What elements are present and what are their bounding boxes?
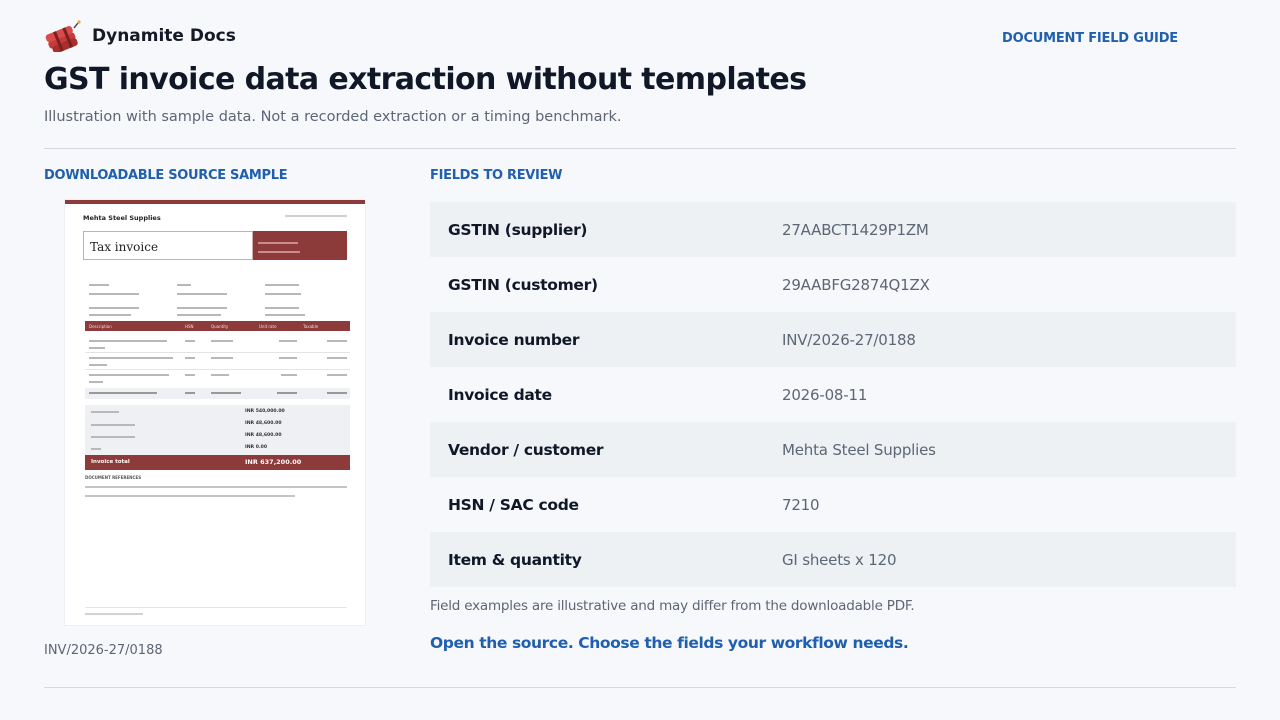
field-name: GSTIN (supplier) — [448, 220, 588, 239]
field-value: INV/2026-27/0188 — [782, 330, 916, 349]
field-value: 29AABFG2874Q1ZX — [782, 275, 930, 294]
source-section-label: DOWNLOADABLE SOURCE SAMPLE — [44, 168, 288, 183]
field-name: Invoice number — [448, 330, 580, 349]
brand[interactable]: Dynamite Docs — [44, 20, 236, 52]
preview-company: Mehta Steel Supplies — [83, 214, 161, 222]
field-value: GI sheets x 120 — [782, 550, 897, 569]
field-value: Mehta Steel Supplies — [782, 440, 936, 459]
field-row: GSTIN (customer) 29AABFG2874Q1ZX — [430, 257, 1236, 312]
page-subtitle: Illustration with sample data. Not a rec… — [44, 109, 622, 125]
open-source-link[interactable]: Open the source. Choose the fields your … — [430, 634, 909, 652]
field-row: GSTIN (supplier) 27AABCT1429P1ZM — [430, 202, 1236, 257]
preview-col-taxable: Taxable — [303, 324, 319, 329]
footer-divider — [44, 687, 1236, 688]
preview-igst-value: INR 0.00 — [245, 445, 268, 450]
preview-col-unit-rate: Unit rate — [259, 324, 277, 329]
invoice-preview[interactable]: Mehta Steel Supplies Tax invoice Descrip… — [65, 200, 365, 625]
preview-notes-label: DOCUMENT REFERENCES — [85, 475, 142, 480]
field-value: 7210 — [782, 495, 820, 514]
field-name: GSTIN (customer) — [448, 275, 598, 294]
preview-col-quantity: Quantity — [211, 324, 229, 329]
fields-table: GSTIN (supplier) 27AABCT1429P1ZM GSTIN (… — [430, 202, 1236, 587]
field-name: Item & quantity — [448, 550, 582, 569]
field-row: Vendor / customer Mehta Steel Supplies — [430, 422, 1236, 477]
preview-col-description: Description — [89, 324, 112, 329]
field-row: HSN / SAC code 7210 — [430, 477, 1236, 532]
header-divider — [44, 148, 1236, 149]
preview-doc-ref — [285, 215, 347, 217]
dynamite-icon — [45, 20, 81, 52]
fields-section-label: FIELDS TO REVIEW — [430, 168, 563, 183]
field-row: Invoice number INV/2026-27/0188 — [430, 312, 1236, 367]
preview-invoice-meta — [253, 231, 347, 260]
field-value: 27AABCT1429P1ZM — [782, 220, 929, 239]
field-name: HSN / SAC code — [448, 495, 579, 514]
field-row: Item & quantity GI sheets x 120 — [430, 532, 1236, 587]
brand-name: Dynamite Docs — [92, 26, 236, 46]
field-row: Invoice date 2026-08-11 — [430, 367, 1236, 422]
preview-doc-title: Tax invoice — [90, 240, 159, 254]
preview-taxable-value: INR 540,000.00 — [245, 409, 285, 414]
preview-total-label: Invoice total — [91, 459, 130, 465]
preview-cgst-value: INR 48,600.00 — [245, 421, 282, 426]
preview-sgst-value: INR 48,600.00 — [245, 433, 282, 438]
sample-invoice-id: INV/2026-27/0188 — [44, 643, 163, 658]
field-value: 2026-08-11 — [782, 385, 868, 404]
preview-summary — [85, 405, 350, 456]
field-name: Vendor / customer — [448, 440, 604, 459]
page-title: GST invoice data extraction without temp… — [44, 62, 807, 97]
field-name: Invoice date — [448, 385, 552, 404]
preview-total-value: INR 637,200.00 — [245, 458, 302, 466]
document-field-guide-link[interactable]: DOCUMENT FIELD GUIDE — [1002, 31, 1178, 46]
preview-col-hsn: HSN — [185, 324, 194, 329]
fields-disclaimer: Field examples are illustrative and may … — [430, 598, 915, 614]
